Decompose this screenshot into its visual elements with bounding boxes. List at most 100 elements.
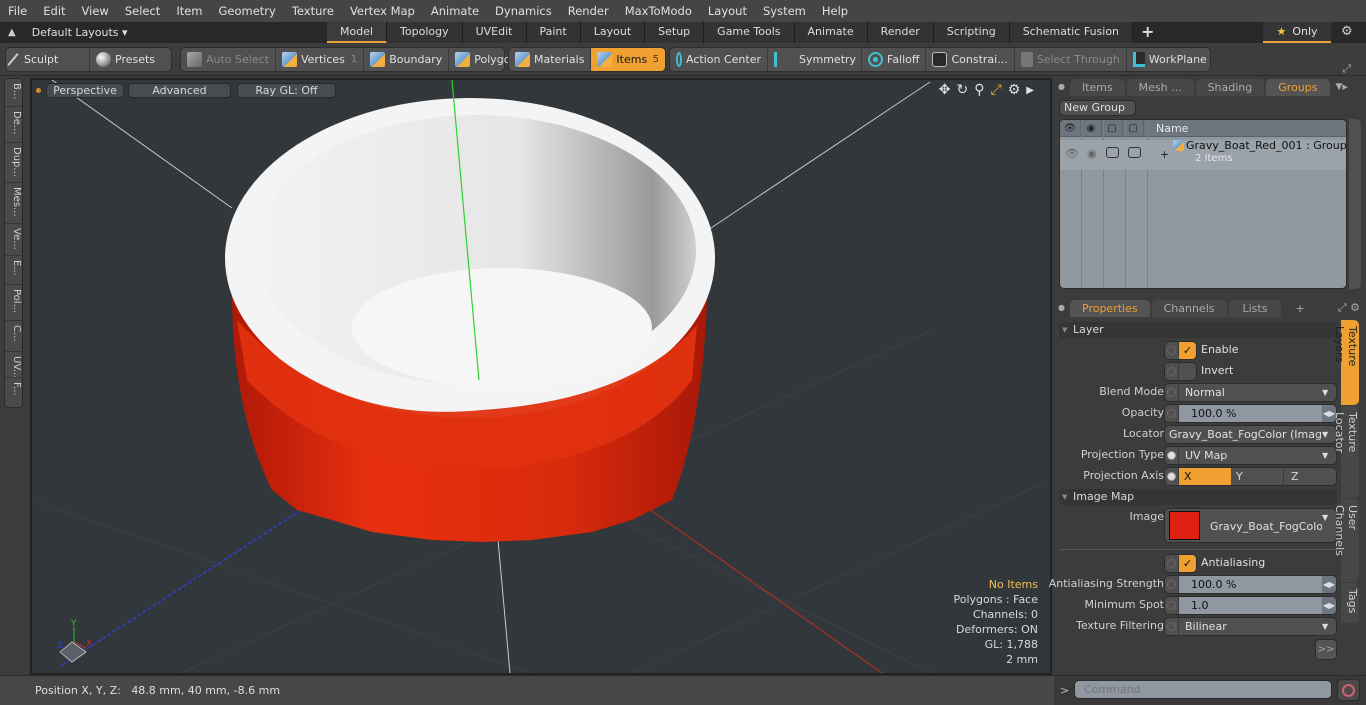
- expand-panel-icon[interactable]: ⤢ ▸: [1342, 60, 1360, 96]
- auto-select-button[interactable]: Auto Select: [181, 48, 276, 71]
- tab-channels[interactable]: Channels: [1151, 300, 1227, 317]
- menu-maxtomodo[interactable]: MaxToModo: [617, 4, 700, 18]
- menu-vertex-map[interactable]: Vertex Map: [342, 4, 423, 18]
- left-tab-edge[interactable]: E...: [5, 256, 22, 285]
- tab-properties[interactable]: Properties: [1070, 300, 1150, 317]
- layer-section-header[interactable]: Layer: [1059, 322, 1337, 338]
- menu-system[interactable]: System: [755, 4, 814, 18]
- left-tab-mesh-edit[interactable]: Mes...: [5, 183, 22, 224]
- menu-texture[interactable]: Texture: [284, 4, 342, 18]
- group-lock-toggle[interactable]: [1106, 147, 1119, 158]
- blend-mode-select[interactable]: Normal ▼: [1164, 383, 1337, 402]
- collapse-up-icon[interactable]: ▲: [8, 27, 16, 38]
- tab-layout[interactable]: Layout: [580, 22, 646, 43]
- tab-game-tools[interactable]: Game Tools: [704, 22, 795, 43]
- select-column-icon[interactable]: ▢: [1123, 120, 1144, 136]
- symmetry-button[interactable]: Symmetry: [768, 48, 862, 71]
- tab-paint[interactable]: Paint: [526, 22, 581, 43]
- group-visibility-icon[interactable]: 👁: [1065, 147, 1079, 160]
- menu-help[interactable]: Help: [814, 4, 856, 18]
- more-button[interactable]: >>: [1315, 639, 1337, 660]
- menu-geometry[interactable]: Geometry: [211, 4, 284, 18]
- antialiasing-checkbox[interactable]: ✓: [1164, 554, 1197, 573]
- add-properties-tab[interactable]: +: [1283, 300, 1316, 317]
- image-select[interactable]: Gravy_Boat_FogColor ▼: [1164, 508, 1337, 543]
- tab-lists[interactable]: Lists: [1228, 300, 1282, 317]
- command-input[interactable]: [1074, 680, 1332, 699]
- workplane-button[interactable]: WorkPlane: [1127, 48, 1213, 71]
- tab-topology[interactable]: Topology: [387, 22, 463, 43]
- lock-column-icon[interactable]: ▢: [1102, 120, 1123, 136]
- enable-checkbox[interactable]: ✓: [1164, 341, 1197, 360]
- menu-file[interactable]: File: [0, 4, 35, 18]
- raygl-button[interactable]: Ray GL: Off: [237, 83, 336, 98]
- maximize-view-icon[interactable]: ⤢: [991, 82, 1002, 98]
- menu-dynamics[interactable]: Dynamics: [487, 4, 560, 18]
- add-tab-button[interactable]: +: [1133, 22, 1162, 43]
- tab-texture-layers[interactable]: Texture Layers: [1333, 320, 1359, 405]
- tab-mesh[interactable]: Mesh ...: [1126, 79, 1194, 96]
- select-through-button[interactable]: Select Through: [1015, 48, 1127, 71]
- boundary-button[interactable]: Boundary: [364, 48, 450, 71]
- gear-icon[interactable]: ⚙: [1341, 24, 1353, 39]
- 3d-viewport[interactable]: Y X Z Perspective Advanced Ray GL: Off ✥…: [30, 78, 1052, 675]
- render-column-icon[interactable]: ◉: [1081, 120, 1102, 136]
- tab-model[interactable]: Model: [327, 22, 388, 43]
- visibility-column-icon[interactable]: 👁: [1060, 120, 1081, 136]
- menu-render[interactable]: Render: [560, 4, 617, 18]
- action-center-button[interactable]: Action Center: [670, 48, 768, 71]
- new-group-button[interactable]: New Group: [1059, 100, 1136, 116]
- tab-groups[interactable]: Groups: [1266, 79, 1330, 96]
- tab-tags[interactable]: Tags: [1341, 583, 1359, 623]
- slider-handle-icon[interactable]: ◀▶: [1322, 597, 1336, 614]
- only-button[interactable]: ★ Only: [1263, 22, 1331, 43]
- tab-render[interactable]: Render: [867, 22, 934, 43]
- left-tab-vertex[interactable]: Ve...: [5, 224, 22, 256]
- group-row[interactable]: 👁 ◉ + Gravy_Boat_Red_001 : Group 2 Items: [1060, 139, 1346, 170]
- record-button[interactable]: [1337, 679, 1360, 701]
- viewport-expand-icon[interactable]: ▶: [1026, 85, 1034, 98]
- panel-menu-dot-icon[interactable]: ●: [1054, 78, 1070, 96]
- falloff-button[interactable]: Falloff: [862, 48, 927, 71]
- name-column-header[interactable]: Name: [1144, 122, 1188, 135]
- advanced-button[interactable]: Advanced: [128, 83, 231, 98]
- left-tab-uv[interactable]: UV...: [5, 352, 22, 378]
- tab-shading[interactable]: Shading: [1195, 79, 1265, 96]
- move-view-icon[interactable]: ✥: [939, 82, 951, 98]
- zoom-view-icon[interactable]: ⚲: [974, 82, 984, 98]
- left-tab-duplicate[interactable]: Dup...: [5, 143, 22, 183]
- menu-view[interactable]: View: [74, 4, 117, 18]
- left-tab-fusion[interactable]: F...: [5, 378, 22, 406]
- layout-dropdown[interactable]: ▲ Default Layouts ▾: [0, 22, 128, 43]
- image-map-section-header[interactable]: Image Map: [1059, 489, 1337, 505]
- tab-animate[interactable]: Animate: [794, 22, 868, 43]
- tab-texture-locator[interactable]: Texture Locator: [1333, 406, 1359, 498]
- expand-group-icon[interactable]: +: [1160, 148, 1169, 161]
- presets-button[interactable]: Presets: [90, 48, 161, 71]
- group-render-icon[interactable]: ◉: [1087, 147, 1097, 160]
- vertices-button[interactable]: Vertices 1: [276, 48, 365, 71]
- menu-layout[interactable]: Layout: [700, 4, 755, 18]
- axis-x-option[interactable]: X: [1179, 468, 1231, 485]
- invert-checkbox[interactable]: [1164, 362, 1197, 381]
- properties-menu-dot-icon[interactable]: ●: [1054, 299, 1070, 317]
- properties-settings-icon[interactable]: ⤢ ⚙: [1338, 299, 1360, 317]
- left-tab-polygon[interactable]: Pol...: [5, 285, 22, 321]
- axis-y-option[interactable]: Y: [1231, 468, 1284, 485]
- min-spot-input[interactable]: 1.0 ◀▶: [1164, 596, 1337, 615]
- locator-select[interactable]: Gravy_Boat_FogColor (Imag ... ▼: [1164, 425, 1337, 444]
- tabs-dropdown-icon[interactable]: ▼: [1336, 78, 1343, 96]
- left-tab-basic[interactable]: B...: [5, 79, 22, 107]
- tab-setup[interactable]: Setup: [645, 22, 705, 43]
- menu-edit[interactable]: Edit: [35, 4, 73, 18]
- projection-type-select[interactable]: UV Map ▼: [1164, 446, 1337, 465]
- tab-items[interactable]: Items: [1069, 79, 1125, 96]
- materials-button[interactable]: Materials: [509, 48, 592, 71]
- viewport-settings-icon[interactable]: ⚙: [1008, 82, 1021, 98]
- left-tab-deform[interactable]: De...: [5, 107, 22, 143]
- left-tab-curve[interactable]: C...: [5, 321, 22, 352]
- axis-z-option[interactable]: Z: [1284, 468, 1336, 485]
- tab-uvedit[interactable]: UVEdit: [462, 22, 527, 43]
- sculpt-button[interactable]: Sculpt: [6, 48, 90, 71]
- tab-schematic-fusion[interactable]: Schematic Fusion: [1009, 22, 1134, 43]
